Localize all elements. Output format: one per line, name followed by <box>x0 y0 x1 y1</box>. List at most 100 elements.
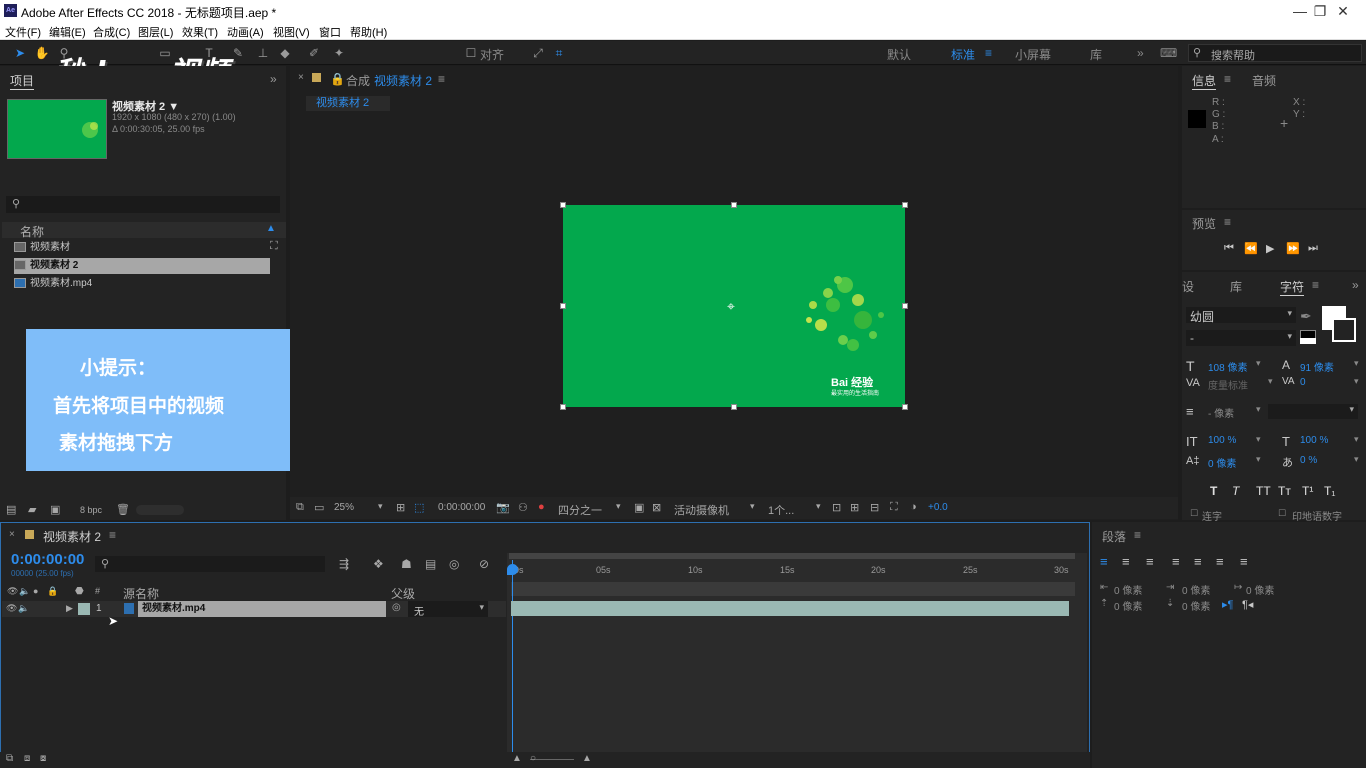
indent-right-value[interactable]: 0 像素 <box>1182 582 1210 597</box>
bpc-label[interactable]: 8 bpc <box>80 505 102 515</box>
exposure-value[interactable]: +0.0 <box>928 502 948 513</box>
tab-character[interactable]: 字符 <box>1280 278 1305 296</box>
in-out-icon[interactable]: ⧇ <box>40 753 46 764</box>
ligatures-checkbox[interactable]: ☐ <box>1190 508 1198 519</box>
graph-editor-icon[interactable]: ⊘ <box>479 557 489 571</box>
audio-icon[interactable]: 🔈 <box>18 603 29 614</box>
play-icon[interactable]: ▶ <box>1266 242 1274 255</box>
small-caps-button[interactable]: Tт <box>1278 484 1291 498</box>
parent-select[interactable]: 无 ▾ <box>408 601 488 618</box>
transform-handle[interactable] <box>560 202 566 208</box>
tab-info[interactable]: 信息 <box>1192 72 1217 90</box>
comp-mini-flowchart-icon[interactable]: ⇶ <box>339 557 349 571</box>
stamp-tool-icon[interactable]: ⊥ <box>255 45 271 61</box>
lock-column-icon[interactable]: 🔒 <box>47 586 58 597</box>
menu-help[interactable]: 帮助(H) <box>350 24 387 40</box>
safe-margins-icon[interactable]: ⊞ <box>396 501 405 514</box>
eyedropper-icon[interactable]: ✒ <box>1300 308 1312 325</box>
snap-edge-icon[interactable]: ⤢ <box>530 45 546 61</box>
resolution-select[interactable]: 四分之一 <box>558 502 602 518</box>
snapshot-icon[interactable]: 📷 <box>496 501 510 514</box>
justify-left-icon[interactable]: ≡ <box>1172 554 1180 569</box>
roto-tool-icon[interactable]: ✐ <box>306 45 322 61</box>
playhead-handle-icon[interactable] <box>507 564 518 575</box>
align-left-icon[interactable]: ≡ <box>1100 554 1108 569</box>
tab-library[interactable]: 库 <box>1230 278 1242 295</box>
transparency-grid-icon[interactable]: ⊠ <box>652 501 661 514</box>
rtl-direction-icon[interactable]: ¶◂ <box>1242 598 1253 611</box>
col-parent[interactable]: 父级 <box>391 585 415 602</box>
thumbnail-slider[interactable] <box>136 505 184 515</box>
layer-switches-icon[interactable]: ⧉ <box>6 753 13 764</box>
col-source-name[interactable]: 源名称 <box>123 585 159 602</box>
views-select[interactable]: 1个... <box>768 502 794 518</box>
keyboard-icon[interactable]: ⌨ <box>1160 46 1177 60</box>
new-composition-icon[interactable]: ▣ <box>50 503 60 516</box>
space-before-value[interactable]: 0 像素 <box>1114 598 1142 613</box>
transfer-controls-icon[interactable]: ⧈ <box>24 753 30 764</box>
align-right-icon[interactable]: ≡ <box>1146 554 1154 569</box>
justify-all-icon[interactable]: ≡ <box>1240 554 1248 569</box>
font-style-select[interactable]: - ▾ <box>1186 330 1296 346</box>
zoom-out-icon[interactable]: ▲ <box>512 753 522 764</box>
transform-handle[interactable] <box>902 303 908 309</box>
subscript-button[interactable]: T₁ <box>1324 484 1335 498</box>
table-row[interactable]: 👁 🔈 ▶ 1 视频素材.mp4 ◎ 无 ▾ <box>2 601 506 618</box>
workspace-menu-icon[interactable]: ≡ <box>985 46 992 60</box>
expand-arrow-icon[interactable]: ▶ <box>66 603 73 614</box>
new-folder-icon[interactable]: ▰ <box>28 503 36 516</box>
monitor-icon[interactable]: ▭ <box>314 501 324 514</box>
layer-name[interactable]: 视频素材.mp4 <box>138 601 386 617</box>
all-caps-button[interactable]: TT <box>1256 484 1271 498</box>
panel-menu-icon[interactable]: ≡ <box>1224 215 1231 229</box>
zoom-in-icon[interactable]: ▲ <box>582 753 592 764</box>
transform-handle[interactable] <box>902 202 908 208</box>
stroke-width-value[interactable]: - 像素 <box>1208 405 1234 420</box>
indent-first-value[interactable]: 0 像素 <box>1246 582 1274 597</box>
panel-menu-icon[interactable]: ≡ <box>109 528 116 542</box>
leading-value[interactable]: 91 像素 <box>1300 359 1334 374</box>
next-frame-icon[interactable]: ⏩ <box>1286 242 1300 255</box>
tracking-value[interactable]: 0 <box>1300 377 1306 388</box>
sort-up-icon[interactable]: ▲ <box>266 223 276 234</box>
last-frame-icon[interactable]: ⏭ <box>1308 242 1318 255</box>
always-preview-icon[interactable]: ⧉ <box>296 501 304 514</box>
selection-tool-icon[interactable]: ➤ <box>12 45 28 61</box>
project-search-input[interactable]: ⚲ <box>6 196 280 213</box>
kerning-value[interactable]: 度量标准 <box>1208 377 1248 392</box>
search-help-field[interactable]: ⚲ 搜索帮助 <box>1188 44 1362 62</box>
list-item-selected[interactable]: 视频素材 2 <box>14 258 270 274</box>
timeline-search-input[interactable]: ⚲ <box>95 556 325 572</box>
stroke-color-swatch[interactable] <box>1332 318 1356 342</box>
superscript-button[interactable]: T¹ <box>1302 484 1313 498</box>
tab-audio[interactable]: 音频 <box>1252 72 1276 89</box>
stroke-type-select[interactable]: ▾ <box>1268 404 1358 419</box>
faux-bold-button[interactable]: T <box>1210 484 1217 498</box>
menu-edit[interactable]: 编辑(E) <box>49 24 86 40</box>
layer-label-color[interactable] <box>78 603 90 615</box>
justify-right-icon[interactable]: ≡ <box>1216 554 1224 569</box>
menu-window[interactable]: 窗口 <box>319 24 341 40</box>
brush-tool-icon[interactable]: ✎ <box>230 45 246 61</box>
transform-handle[interactable] <box>902 404 908 410</box>
hand-tool-icon[interactable]: ✋ <box>34 45 50 61</box>
composition-canvas[interactable]: Bai 经验 最实用的生活指南 ⌖ <box>563 205 905 407</box>
fast-preview-icon[interactable]: ▣ <box>634 501 644 514</box>
faux-italic-button[interactable]: T <box>1232 484 1239 498</box>
indent-left-value[interactable]: 0 像素 <box>1114 582 1142 597</box>
font-size-value[interactable]: 108 像素 <box>1208 359 1247 374</box>
tab-paragraph[interactable]: 段落 <box>1102 528 1126 545</box>
menu-composition[interactable]: 合成(C) <box>93 24 130 40</box>
flowchart-icon[interactable]: ⛶ <box>270 240 278 253</box>
motion-blur-icon[interactable]: ◎ <box>449 557 459 571</box>
tab-timeline[interactable]: 视频素材 2 <box>43 528 101 545</box>
tab-settings[interactable]: 设 <box>1182 278 1194 295</box>
flowchart-icon[interactable]: ⛶ <box>890 501 898 514</box>
workspace-default[interactable]: 默认 <box>887 46 911 63</box>
menu-layer[interactable]: 图层(L) <box>138 24 173 40</box>
close-button[interactable]: ✕ <box>1323 2 1363 20</box>
panel-menu-icon[interactable]: ≡ <box>1224 72 1231 86</box>
time-navigator[interactable] <box>511 582 1075 596</box>
close-tab-icon[interactable]: × <box>298 72 304 83</box>
tab-project[interactable]: 项目 <box>10 72 35 90</box>
